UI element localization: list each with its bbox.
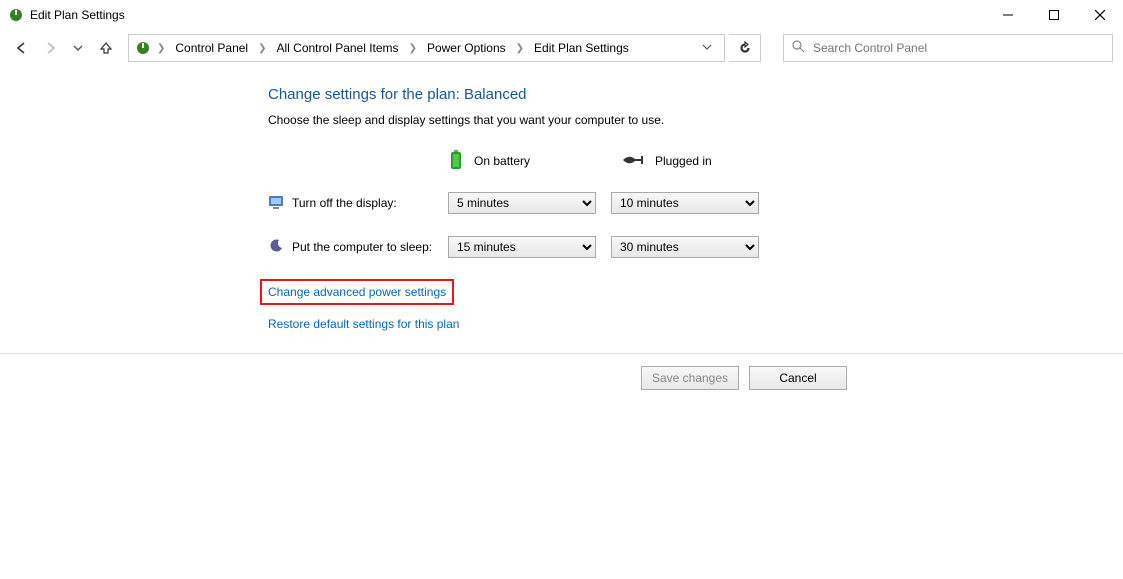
page-heading: Change settings for the plan: Balanced: [268, 86, 1123, 103]
window-controls: [985, 0, 1123, 30]
breadcrumb-item[interactable]: Power Options: [423, 41, 510, 55]
close-button[interactable]: [1077, 0, 1123, 30]
advanced-settings-link[interactable]: Change advanced power settings: [260, 279, 454, 305]
address-dropdown-icon[interactable]: [696, 41, 718, 55]
save-button[interactable]: Save changes: [641, 366, 739, 390]
minimize-button[interactable]: [985, 0, 1031, 30]
search-input[interactable]: [813, 41, 1104, 55]
column-label-battery: On battery: [474, 154, 530, 168]
sleep-plugged-select[interactable]: 30 minutes: [611, 236, 759, 258]
restore-defaults-link[interactable]: Restore default settings for this plan: [268, 317, 459, 331]
maximize-button[interactable]: [1031, 0, 1077, 30]
chevron-right-icon: ❯: [514, 43, 526, 54]
page-subtext: Choose the sleep and display settings th…: [268, 113, 1123, 127]
chevron-right-icon: ❯: [407, 43, 419, 54]
search-icon: [792, 40, 805, 56]
cancel-button[interactable]: Cancel: [749, 366, 847, 390]
up-button[interactable]: [94, 36, 118, 60]
display-battery-select[interactable]: 5 minutes: [448, 192, 596, 214]
row-display: Turn off the display: 5 minutes 10 minut…: [268, 191, 1123, 215]
back-button[interactable]: [10, 36, 34, 60]
column-label-plugged: Plugged in: [655, 154, 712, 168]
sleep-icon: [268, 238, 286, 257]
content-area: Change settings for the plan: Balanced C…: [0, 66, 1123, 343]
chevron-right-icon: ❯: [256, 43, 268, 54]
display-icon: [268, 194, 286, 213]
search-box[interactable]: [783, 34, 1113, 62]
display-plugged-select[interactable]: 10 minutes: [611, 192, 759, 214]
footer-buttons: Save changes Cancel: [0, 354, 1123, 390]
window-title: Edit Plan Settings: [30, 8, 985, 22]
plug-icon: [623, 154, 645, 169]
row-label: Turn off the display:: [292, 196, 448, 210]
forward-button[interactable]: [38, 36, 62, 60]
titlebar: Edit Plan Settings: [0, 0, 1123, 30]
row-sleep: Put the computer to sleep: 15 minutes 30…: [268, 235, 1123, 259]
address-icon: [135, 40, 151, 56]
navbar: ❯ Control Panel ❯ All Control Panel Item…: [0, 30, 1123, 66]
chevron-right-icon: ❯: [155, 43, 167, 54]
breadcrumb-item[interactable]: Edit Plan Settings: [530, 41, 633, 55]
sleep-battery-select[interactable]: 15 minutes: [448, 236, 596, 258]
breadcrumb-item[interactable]: Control Panel: [171, 41, 252, 55]
refresh-button[interactable]: [729, 34, 761, 62]
app-icon: [8, 7, 24, 23]
column-headers: On battery Plugged in: [268, 145, 1123, 177]
row-label: Put the computer to sleep:: [292, 240, 448, 254]
recent-dropdown[interactable]: [66, 36, 90, 60]
address-bar[interactable]: ❯ Control Panel ❯ All Control Panel Item…: [128, 34, 725, 62]
breadcrumb-item[interactable]: All Control Panel Items: [273, 41, 403, 55]
links-section: Change advanced power settings Restore d…: [268, 279, 1123, 343]
battery-icon: [448, 150, 464, 173]
